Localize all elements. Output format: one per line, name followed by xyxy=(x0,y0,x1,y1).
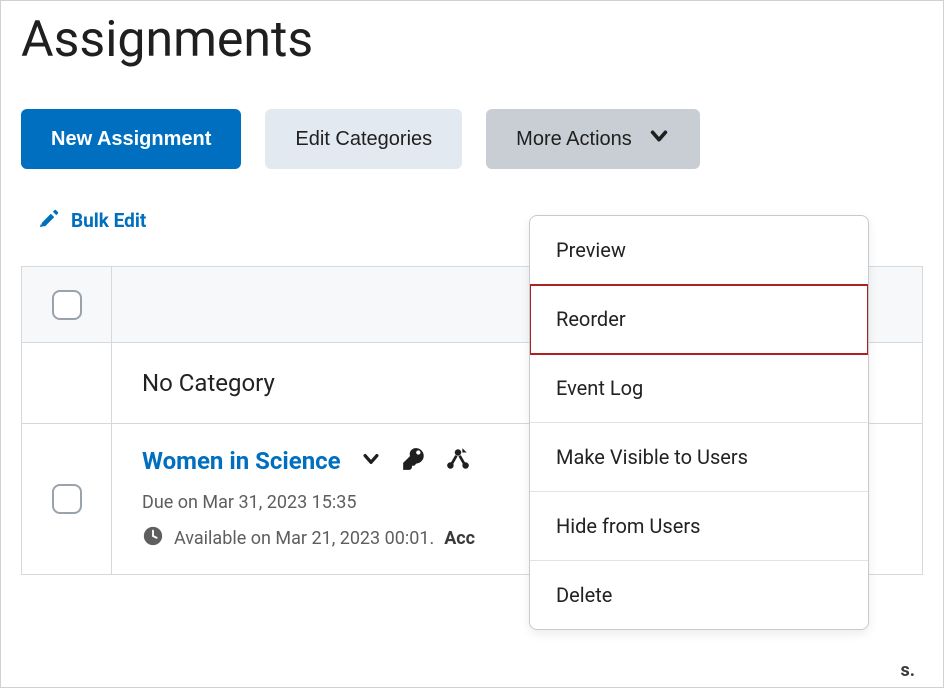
truncated-suffix: s. xyxy=(901,660,915,681)
edit-categories-button[interactable]: Edit Categories xyxy=(265,109,462,169)
menu-item-reorder[interactable]: Reorder xyxy=(530,285,868,354)
menu-item-hide-from-users[interactable]: Hide from Users xyxy=(530,492,868,561)
assignment-checkbox[interactable] xyxy=(52,484,82,514)
menu-item-event-log[interactable]: Event Log xyxy=(530,354,868,423)
more-actions-button[interactable]: More Actions xyxy=(486,109,700,169)
page-title: Assignments xyxy=(1,1,943,89)
toolbar: New Assignment Edit Categories More Acti… xyxy=(1,89,943,189)
edit-icon xyxy=(39,207,61,234)
more-actions-menu: Preview Reorder Event Log Make Visible t… xyxy=(529,215,869,630)
assignment-title-link[interactable]: Women in Science xyxy=(142,447,341,475)
menu-item-preview[interactable]: Preview xyxy=(530,216,868,285)
menu-item-make-visible[interactable]: Make Visible to Users xyxy=(530,423,868,492)
select-all-cell xyxy=(22,267,112,342)
category-checkbox-cell xyxy=(22,343,112,423)
bulk-edit-label: Bulk Edit xyxy=(71,209,146,232)
select-all-checkbox[interactable] xyxy=(52,290,82,320)
availability-text: Available on Mar 21, 2023 00:01. xyxy=(174,528,434,549)
chevron-down-icon[interactable] xyxy=(361,449,381,473)
assignment-checkbox-cell xyxy=(22,424,112,574)
more-actions-label: More Actions xyxy=(516,128,632,151)
assignment-icons xyxy=(401,446,471,476)
chevron-down-icon xyxy=(648,125,670,153)
bulk-edit-link[interactable]: Bulk Edit xyxy=(1,189,166,254)
key-icon xyxy=(401,446,427,476)
access-prefix: Acc xyxy=(444,528,475,549)
clock-icon xyxy=(142,525,164,552)
menu-item-delete[interactable]: Delete xyxy=(530,561,868,629)
new-assignment-button[interactable]: New Assignment xyxy=(21,109,241,169)
share-icon xyxy=(445,446,471,476)
